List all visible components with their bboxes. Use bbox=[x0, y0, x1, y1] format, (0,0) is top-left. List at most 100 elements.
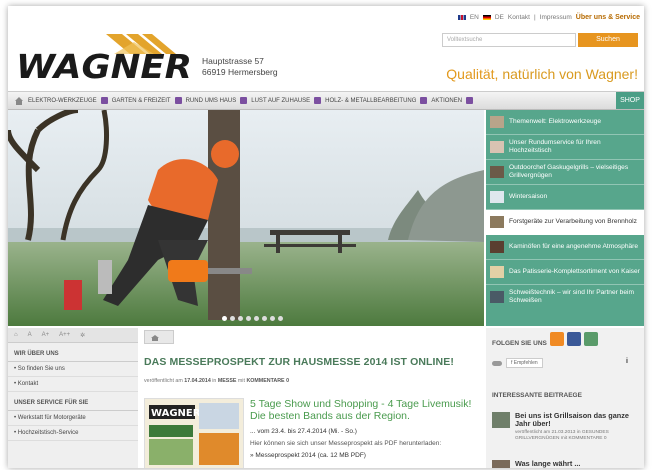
address-city: 66919 Hermersberg bbox=[202, 67, 278, 77]
nav-item-zuhause[interactable]: LUST AUF ZUHAUSE bbox=[251, 97, 322, 104]
about-service-link[interactable]: Über uns & Service bbox=[576, 14, 640, 21]
slider-dots bbox=[222, 316, 283, 321]
post-title[interactable]: Was lange währt ... bbox=[515, 460, 580, 468]
slider-item-hochzeitstisch[interactable]: Unser Rundumservice für Ihren Hochzeitst… bbox=[486, 135, 644, 160]
slogan-accent: Qualität, bbox=[446, 66, 499, 82]
main-nav: ELEKTRO-WERKZEUGE GARTEN & FREIZEIT RUND… bbox=[8, 91, 644, 110]
facebook-icon[interactable] bbox=[567, 332, 581, 346]
slider-item-label: Forstgeräte zur Verarbeitung von Brennho… bbox=[509, 218, 637, 225]
post-grillsaison[interactable]: Bei uns ist Grillsaison das ganze Jahr ü… bbox=[492, 412, 640, 442]
nav-arrow-icon bbox=[314, 97, 322, 104]
page: WAGNER Hauptstrasse 57 66919 Hermersberg… bbox=[8, 6, 644, 468]
rss-icon[interactable] bbox=[550, 332, 564, 346]
slider-item-schweisstechnik[interactable]: Schweißtechnik – wir sind Ihr Partner be… bbox=[486, 285, 644, 309]
nav-item-holz-metall[interactable]: HOLZ- & METALLBEARBEITUNG bbox=[325, 97, 428, 104]
home-icon[interactable]: ⌂ bbox=[14, 332, 18, 338]
nav-item-haus[interactable]: RUND UMS HAUS bbox=[186, 97, 248, 104]
address-street: Hauptstrasse 57 bbox=[202, 56, 264, 66]
thumbnail bbox=[490, 241, 504, 253]
home-icon[interactable] bbox=[14, 96, 24, 106]
interesting-heading: INTERESSANTE BEITRAEGE bbox=[492, 392, 582, 399]
slider-dot[interactable] bbox=[270, 316, 275, 321]
right-sidebar: FOLGEN SIE UNS f Empfehlen i INTERESSANT… bbox=[486, 328, 644, 468]
slider-dot[interactable] bbox=[254, 316, 259, 321]
post-thumbnail bbox=[492, 412, 510, 428]
link-werkstatt[interactable]: • Werkstatt für Motorgeräte bbox=[8, 411, 138, 426]
link-kontakt[interactable]: • Kontakt bbox=[8, 377, 138, 392]
nav-label: GARTEN & FREIZEIT bbox=[111, 97, 171, 104]
slider-item-label: Kaminöfen für eine angenehme Atmosphäre bbox=[509, 243, 639, 250]
kontakt-link[interactable]: Kontakt bbox=[508, 14, 530, 21]
impressum-link[interactable]: Impressum bbox=[540, 14, 572, 21]
article-headline[interactable]: 5 Tage Show und Shopping - 4 Tage Livemu… bbox=[250, 398, 482, 422]
slider-dot[interactable] bbox=[222, 316, 227, 321]
nav-item-garten[interactable]: GARTEN & FREIZEIT bbox=[112, 97, 182, 104]
wagner-logo[interactable]: WAGNER bbox=[14, 32, 196, 80]
slider-item-label: Outdoorchef Gaskugelgrills – vielseitige… bbox=[509, 164, 629, 179]
breadcrumb-home[interactable] bbox=[144, 330, 174, 344]
nav-label: LUST AUF ZUHAUSE bbox=[251, 97, 311, 104]
nav-item-aktionen[interactable]: AKTIONEN bbox=[431, 97, 474, 104]
thumbnail bbox=[490, 191, 504, 203]
nav-item-elektro[interactable]: ELEKTRO-WERKZEUGE bbox=[28, 97, 108, 104]
prospekt-cover: WAGNER bbox=[145, 399, 243, 468]
hero-slider[interactable] bbox=[8, 110, 484, 326]
lang-de-link[interactable]: DE bbox=[495, 14, 504, 21]
link-hochzeitstisch[interactable]: • Hochzeitstisch-Service bbox=[8, 426, 138, 441]
download-link[interactable]: » Messeprospekt 2014 (ca. 12 MB PDF) bbox=[250, 452, 482, 459]
slider-dot[interactable] bbox=[278, 316, 283, 321]
newsletter-icon[interactable] bbox=[584, 332, 598, 346]
nav-arrow-icon bbox=[100, 97, 108, 104]
slider-dot[interactable] bbox=[246, 316, 251, 321]
link-directions[interactable]: • So finden Sie uns bbox=[8, 362, 138, 377]
like-row: f Empfehlen bbox=[492, 358, 543, 368]
font-size-normal[interactable]: A bbox=[28, 332, 32, 338]
hero-image bbox=[8, 110, 484, 326]
slider-item-kaminoefen[interactable]: Kaminöfen für eine angenehme Atmosphäre bbox=[486, 235, 644, 260]
privacy-toggle[interactable] bbox=[492, 360, 502, 366]
slider-item-label: Wintersaison bbox=[509, 193, 548, 200]
slider-item-label: Unser Rundumservice für Ihren Hochzeitst… bbox=[509, 139, 601, 154]
post-title[interactable]: Bei uns ist Grillsaison das ganze Jahr ü… bbox=[515, 412, 640, 428]
category-link[interactable]: MESSE bbox=[218, 378, 237, 384]
slider-dot[interactable] bbox=[238, 316, 243, 321]
post-lange[interactable]: Was lange währt ... bbox=[492, 460, 640, 468]
teaser-image[interactable]: WAGNER bbox=[144, 398, 244, 468]
slider-item-gaskugelgrills[interactable]: Outdoorchef Gaskugelgrills – vielseitige… bbox=[486, 160, 644, 185]
font-size-tools: ⌂ A A+ A++ ✲ bbox=[8, 328, 138, 343]
article-title[interactable]: DAS MESSEPROSPEKT ZUR HAUSMESSE 2014 IST… bbox=[144, 356, 484, 368]
slider-item-label: Das Patisserie-Komplettsortiment von Kai… bbox=[509, 268, 640, 275]
left-sidebar: ⌂ A A+ A++ ✲ WIR ÜBER UNS • So finden Si… bbox=[8, 328, 138, 468]
slider-list: Themenwelt: Elektrowerkzeuge Unser Rundu… bbox=[486, 110, 644, 326]
article-body: Hier können sie sich unser Messeprospekt… bbox=[250, 440, 442, 447]
nav-label: AKTIONEN bbox=[431, 97, 463, 104]
info-icon[interactable]: i bbox=[626, 358, 632, 365]
teaser-logo: WAGNER bbox=[151, 408, 201, 419]
slogan: Qualität, natürlich von Wagner! bbox=[446, 66, 638, 82]
logo-text: WAGNER bbox=[16, 47, 192, 80]
article-meta: veröffentlicht am 17.04.2014 in MESSE mi… bbox=[144, 378, 290, 384]
thumbnail bbox=[490, 216, 504, 228]
uk-flag-icon[interactable] bbox=[457, 15, 466, 20]
header: WAGNER Hauptstrasse 57 66919 Hermersberg… bbox=[8, 6, 644, 88]
shop-button[interactable]: SHOP bbox=[616, 92, 644, 109]
slider-dot[interactable] bbox=[262, 316, 267, 321]
comments-link[interactable]: KOMMENTARE 0 bbox=[246, 378, 289, 384]
slider-item-wintersaison[interactable]: Wintersaison bbox=[486, 185, 644, 210]
home-icon bbox=[151, 335, 159, 341]
search-button[interactable]: Suchen bbox=[578, 33, 638, 47]
facebook-like-button[interactable]: f Empfehlen bbox=[506, 358, 543, 368]
article-text: 5 Tage Show und Shopping - 4 Tage Livemu… bbox=[250, 398, 482, 459]
search-input[interactable]: Volltextsuche bbox=[442, 33, 576, 47]
german-flag-icon[interactable] bbox=[482, 15, 491, 20]
settings-icon[interactable]: ✲ bbox=[80, 332, 85, 339]
slider-dot[interactable] bbox=[230, 316, 235, 321]
font-size-larger[interactable]: A++ bbox=[59, 332, 70, 338]
lang-en-link[interactable]: EN bbox=[470, 14, 479, 21]
font-size-large[interactable]: A+ bbox=[42, 332, 50, 338]
slider-item-patisserie[interactable]: Das Patisserie-Komplettsortiment von Kai… bbox=[486, 260, 644, 285]
slider-item-forstgeraete[interactable]: Forstgeräte zur Verarbeitung von Brennho… bbox=[486, 210, 644, 235]
slider-item-elektrowerkzeuge[interactable]: Themenwelt: Elektrowerkzeuge bbox=[486, 110, 644, 135]
post-meta: veröffentlicht am 21.03.2013 in GESUNDES… bbox=[515, 430, 609, 441]
section-heading-service: UNSER SERVICE FÜR SIE bbox=[8, 392, 138, 411]
